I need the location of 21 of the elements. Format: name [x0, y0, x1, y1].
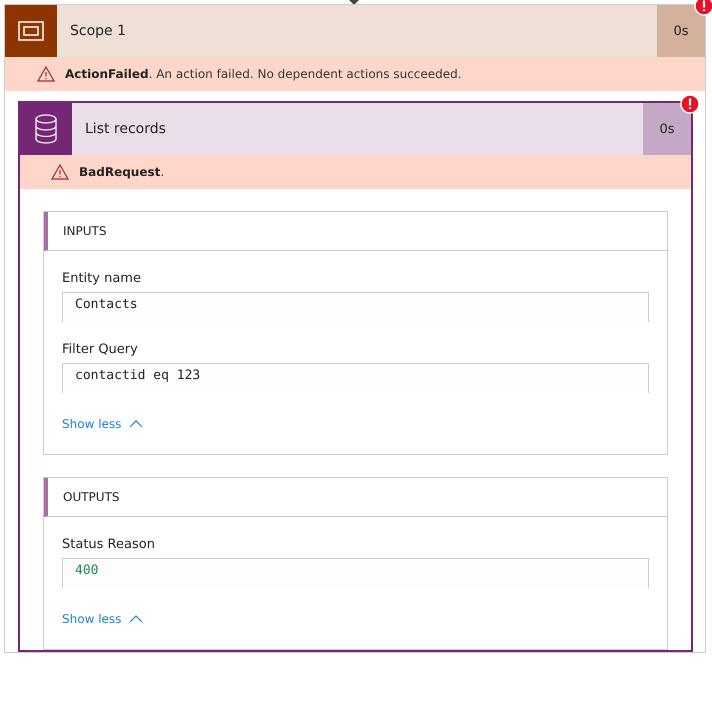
- scope-title: Scope 1: [69, 22, 128, 41]
- connector-arrow-icon: [348, 0, 360, 6]
- chevron-icon: [129, 615, 144, 623]
- value-field: 400: [62, 558, 649, 588]
- show-less-link[interactable]: Show less: [62, 417, 144, 431]
- warning-icon: [51, 164, 69, 180]
- duration-label: 0s: [657, 5, 705, 57]
- field-label: Entity name: [62, 271, 142, 286]
- value-field: contactid eq 123: [62, 363, 649, 393]
- section-title: INPUTS: [63, 224, 106, 238]
- error-message: BadRequest.: [79, 165, 164, 179]
- error-message: ActionFailed. An action failed. No dependent actions succeeded.: [65, 67, 462, 81]
- action-title: List records: [84, 120, 167, 139]
- field-label: Status Reason: [62, 537, 156, 552]
- section-title: OUTPUTS: [63, 490, 120, 504]
- warning-icon: [37, 66, 55, 82]
- show-less-link[interactable]: Show less: [62, 612, 144, 626]
- chevron-icon: [129, 420, 144, 428]
- value-field: Contacts: [62, 292, 649, 322]
- duration-label: 0s: [643, 103, 691, 155]
- field-label: Filter Query: [62, 342, 139, 357]
